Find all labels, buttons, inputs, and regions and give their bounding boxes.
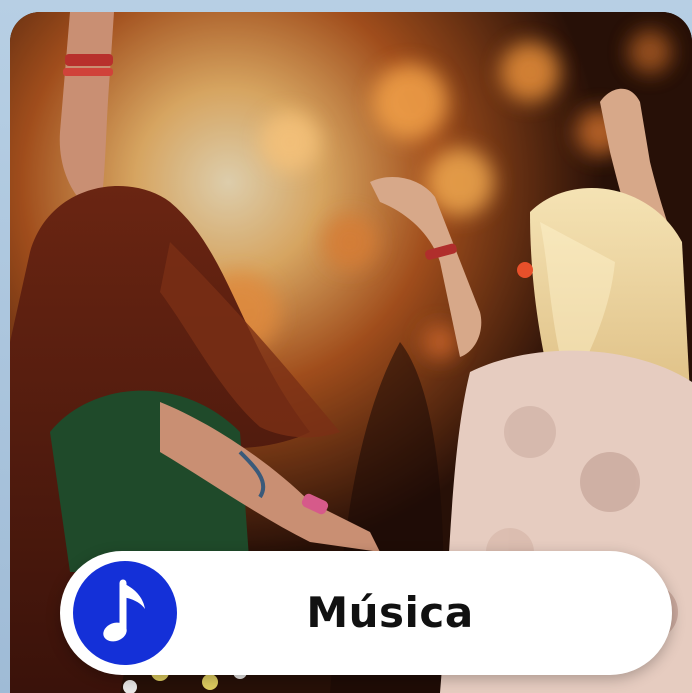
category-label-pill[interactable]: Música (60, 551, 672, 675)
music-note-icon (103, 579, 145, 642)
card-background: Música (0, 0, 692, 693)
music-category-card[interactable]: Música (10, 12, 692, 693)
music-icon-badge (73, 561, 177, 665)
category-title: Música (306, 588, 474, 637)
